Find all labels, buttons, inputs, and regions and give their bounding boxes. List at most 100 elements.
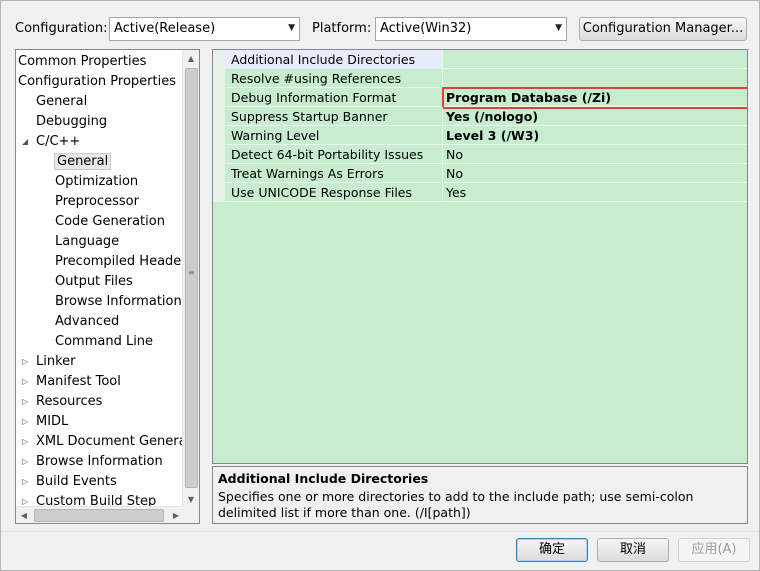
footer-divider (1, 531, 759, 532)
property-name: Resolve #using References (231, 71, 402, 86)
tree-item[interactable]: Command Line (55, 333, 153, 351)
property-row[interactable]: Additional Include Directories (213, 50, 747, 69)
tree-item[interactable]: ▷ Manifest Tool (22, 373, 121, 391)
collapsed-triangle-icon[interactable]: ▷ (22, 473, 28, 491)
tree-item[interactable]: ◢ C/C++ (22, 133, 80, 151)
property-value[interactable]: Yes (446, 185, 466, 200)
tree-item[interactable]: Browse Information (55, 293, 182, 311)
property-value[interactable]: Yes (/nologo) (446, 109, 538, 124)
row-gutter (213, 126, 225, 145)
tree-item-label: XML Document Generato (36, 434, 200, 449)
property-name: Use UNICODE Response Files (231, 185, 413, 200)
property-row[interactable]: Resolve #using References (213, 69, 747, 88)
row-gutter (213, 88, 225, 107)
tree-item-label: Linker (36, 354, 76, 369)
tree-item-label: Code Generation (55, 214, 165, 229)
tree-item[interactable]: Code Generation (55, 213, 165, 231)
property-name: Suppress Startup Banner (231, 109, 388, 124)
expanded-triangle-icon[interactable]: ◢ (22, 133, 28, 151)
column-separator (442, 50, 443, 69)
tree-item-label: Configuration Properties (18, 74, 176, 89)
tree-item[interactable]: Output Files (55, 273, 133, 291)
tree-item[interactable]: Optimization (55, 173, 138, 191)
tree-item[interactable]: Common Properties (18, 53, 146, 71)
row-gutter (213, 145, 225, 164)
tree-vertical-scrollbar[interactable]: ▲ ≡ ▼ (182, 50, 199, 508)
tree-item-label: Precompiled Headers (55, 254, 194, 269)
scroll-thumb[interactable] (185, 68, 198, 488)
tree-item-label: Debugging (36, 114, 108, 129)
grip-icon: ≡ (188, 268, 195, 277)
row-gutter (213, 69, 225, 88)
platform-value: Active(Win32) (380, 21, 472, 36)
tree-item-label: Language (55, 234, 120, 249)
property-tree[interactable]: Common Properties Configuration Propertie… (15, 49, 200, 524)
configuration-dropdown[interactable]: Active(Release) ▼ (109, 17, 300, 41)
tree-item[interactable]: General (53, 153, 112, 171)
tree-item-label: Browse Information (55, 294, 182, 309)
property-row[interactable]: Use UNICODE Response Files Yes (213, 183, 747, 202)
tree-item-label: Output Files (55, 274, 133, 289)
column-separator (442, 69, 443, 88)
row-gutter (213, 183, 225, 202)
property-row[interactable]: Debug Information Format Program Database… (213, 87, 747, 109)
column-separator (442, 145, 443, 164)
row-gutter (213, 50, 225, 69)
scroll-up-arrow-icon[interactable]: ▲ (183, 50, 199, 67)
collapsed-triangle-icon[interactable]: ▷ (22, 393, 28, 411)
tree-item[interactable]: ▷ MIDL (22, 413, 69, 431)
tree-item[interactable]: Advanced (55, 313, 119, 331)
tree-item[interactable]: Preprocessor (55, 193, 139, 211)
property-value[interactable]: No (446, 147, 463, 162)
tree-item-label: Command Line (55, 334, 154, 349)
description-panel: Additional Include Directories Specifies… (212, 466, 748, 524)
tree-item[interactable]: Precompiled Headers (55, 253, 193, 271)
property-row[interactable]: Suppress Startup Banner Yes (/nologo) (213, 107, 747, 126)
tree-item-label: Build Events (36, 474, 117, 489)
tree-item[interactable]: Language (55, 233, 119, 251)
collapsed-triangle-icon[interactable]: ▷ (22, 373, 28, 391)
property-pages-dialog: Configuration: Active(Release) ▼ Platfor… (0, 0, 760, 571)
row-gutter (213, 107, 225, 126)
ok-button[interactable]: 确定 (516, 538, 588, 562)
tree-item[interactable]: General (36, 93, 87, 111)
tree-item-label: Common Properties (18, 54, 147, 69)
highlight-box (442, 87, 747, 109)
property-name: Additional Include Directories (231, 52, 416, 67)
configuration-label: Configuration: (15, 21, 108, 36)
tree-item[interactable]: Debugging (36, 113, 107, 131)
property-name: Debug Information Format (231, 90, 397, 105)
tree-item[interactable]: ▷ XML Document Generato (22, 433, 200, 451)
platform-dropdown[interactable]: Active(Win32) ▼ (375, 17, 567, 41)
tree-item-label: Preprocessor (55, 194, 139, 209)
property-name: Detect 64-bit Portability Issues (231, 147, 424, 162)
property-name: Warning Level (231, 128, 320, 143)
tree-item[interactable]: Configuration Properties (18, 73, 176, 91)
property-row[interactable]: Treat Warnings As Errors No (213, 164, 747, 183)
collapsed-triangle-icon[interactable]: ▷ (22, 433, 28, 451)
cancel-button[interactable]: 取消 (597, 538, 669, 562)
column-separator (442, 126, 443, 145)
property-value[interactable]: No (446, 166, 463, 181)
tree-item-label: MIDL (36, 414, 69, 429)
property-value[interactable]: Level 3 (/W3) (446, 128, 539, 143)
collapsed-triangle-icon[interactable]: ▷ (22, 453, 28, 471)
configuration-manager-button[interactable]: Configuration Manager... (579, 17, 747, 41)
scroll-thumb[interactable] (34, 509, 164, 522)
property-grid[interactable]: Additional Include Directories Resolve #u… (212, 49, 748, 464)
tree-item[interactable]: ▷ Build Events (22, 473, 117, 491)
scrollbar-corner (182, 506, 199, 523)
collapsed-triangle-icon[interactable]: ▷ (22, 413, 28, 431)
tree-item-label: Advanced (55, 314, 120, 329)
property-row[interactable]: Warning Level Level 3 (/W3) (213, 126, 747, 145)
tree-item[interactable]: ▷ Linker (22, 353, 76, 371)
tree-item[interactable]: ▷ Browse Information (22, 453, 163, 471)
description-text: Specifies one or more directories to add… (218, 489, 694, 520)
tree-horizontal-scrollbar[interactable]: ◀ ▶ (16, 506, 184, 523)
collapsed-triangle-icon[interactable]: ▷ (22, 353, 28, 371)
platform-label: Platform: (312, 21, 372, 36)
tree-item[interactable]: ▷ Resources (22, 393, 102, 411)
apply-button[interactable]: 应用(A) (678, 538, 750, 562)
property-row[interactable]: Detect 64-bit Portability Issues No (213, 145, 747, 164)
scroll-left-arrow-icon[interactable]: ◀ (16, 507, 32, 523)
